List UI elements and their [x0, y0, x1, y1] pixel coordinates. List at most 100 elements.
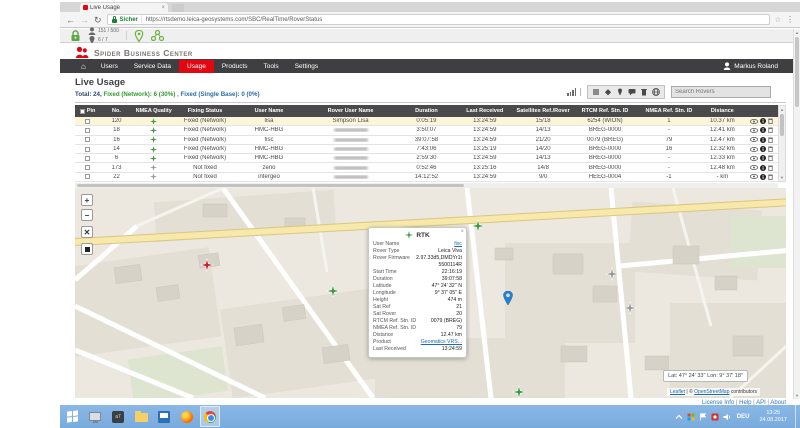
col-satellites[interactable]: Satellites Ref./Rover	[515, 108, 571, 114]
select-all-checkbox[interactable]	[80, 109, 85, 114]
nav-item[interactable]: Tools	[256, 60, 287, 73]
col-rtcm-id[interactable]: RTCM Ref. Stn. ID	[571, 108, 638, 114]
taskbar-clock[interactable]: 13:25 24.08.2017	[755, 410, 791, 424]
view-eye-icon[interactable]	[750, 156, 758, 161]
zoom-out-button[interactable]: −	[81, 209, 93, 221]
nav-item[interactable]: Usage	[179, 60, 214, 73]
view-eye-icon[interactable]	[750, 165, 758, 170]
globe-toggle-icon[interactable]	[652, 88, 660, 96]
home-icon[interactable]: ⌂	[75, 62, 92, 71]
view-eye-icon[interactable]	[750, 128, 758, 133]
keyboard-language[interactable]: DEU	[735, 414, 752, 420]
user-menu[interactable]: Markus Roland	[723, 62, 778, 70]
delete-trash-icon[interactable]	[768, 165, 773, 171]
col-nmea-quality[interactable]: NMEA Quality	[133, 108, 175, 114]
extent-button[interactable]	[81, 243, 93, 255]
rover-cross-marker[interactable]	[472, 220, 485, 233]
col-user-name[interactable]: User Name	[235, 108, 302, 114]
map-panel[interactable]: + − ✕ × RTK User Name fisc	[75, 188, 786, 398]
search-input[interactable]	[671, 86, 771, 98]
info-icon[interactable]	[760, 127, 766, 133]
zoom-in-button[interactable]: +	[81, 194, 93, 206]
osm-link[interactable]: OpenStreetMap	[694, 389, 729, 395]
diamond-toggle-icon[interactable]	[604, 88, 612, 96]
nav-item[interactable]: Products	[214, 60, 256, 73]
view-eye-icon[interactable]	[750, 174, 758, 179]
taskbar-app-button[interactable]: a7	[108, 406, 128, 427]
row-checkbox[interactable]	[85, 165, 90, 170]
action-center-flag-icon[interactable]	[699, 413, 707, 421]
rover-cross-marker[interactable]	[513, 386, 526, 399]
view-eye-icon[interactable]	[750, 137, 758, 142]
scroll-down-icon[interactable]: ▼	[779, 174, 785, 181]
info-icon[interactable]	[760, 165, 766, 171]
table-row[interactable]: 6 Fixed (Network) HMC-HBG 2:59:30 13:24:…	[75, 154, 778, 163]
col-distance[interactable]: Distance	[699, 108, 745, 114]
row-checkbox[interactable]	[85, 174, 90, 179]
page-scroll-down-icon[interactable]: ▼	[794, 392, 800, 399]
reference-station-pin[interactable]	[503, 291, 513, 310]
reload-icon[interactable]: ↻	[94, 15, 102, 25]
hscroll-thumb[interactable]	[77, 184, 464, 187]
table-row[interactable]: 120 Fixed (Network) lisa Simpson Lisa 0:…	[75, 117, 778, 126]
address-bar[interactable]: Sicher | https://rtsdemo.leica-geosystem…	[107, 14, 770, 25]
info-icon[interactable]	[760, 146, 766, 152]
row-checkbox[interactable]	[85, 119, 90, 124]
browser-menu-icon[interactable]: ⋮	[786, 15, 794, 24]
page-scroll-thumb[interactable]	[795, 37, 799, 107]
clear-toggle-icon[interactable]	[640, 88, 648, 96]
forward-icon[interactable]: →	[80, 15, 89, 25]
back-icon[interactable]: ←	[66, 15, 75, 25]
map-pin-button-icon[interactable]	[134, 30, 144, 42]
col-rover-user-name[interactable]: Rover User Name	[303, 108, 399, 114]
rover-cross-marker[interactable]	[624, 302, 637, 315]
pin-toggle-icon[interactable]	[616, 88, 624, 96]
delete-trash-icon[interactable]	[768, 118, 773, 124]
col-nmea-id[interactable]: NMEA Ref. Stn. ID	[639, 108, 699, 114]
signal-bars-icon[interactable]	[567, 88, 581, 96]
start-button[interactable]	[62, 406, 82, 427]
delete-trash-icon[interactable]	[768, 174, 773, 180]
page-scroll-up-icon[interactable]: ▲	[794, 29, 800, 36]
view-eye-icon[interactable]	[750, 119, 758, 124]
leaflet-link[interactable]: Leaflet	[670, 389, 685, 395]
table-row[interactable]: 18 Fixed (Network) HMC-HBG 3:50:07 13:24…	[75, 126, 778, 135]
row-checkbox[interactable]	[85, 156, 90, 161]
table-vertical-scrollbar[interactable]: ▲ ▼	[778, 105, 786, 182]
square-toggle-icon[interactable]	[592, 88, 600, 96]
tray-red-app-icon[interactable]	[711, 413, 719, 421]
row-checkbox[interactable]	[85, 137, 90, 142]
new-tab-button[interactable]	[172, 4, 184, 12]
nav-item[interactable]: Service Data	[126, 60, 179, 73]
tray-color-app-icon[interactable]	[687, 413, 695, 421]
row-checkbox[interactable]	[85, 147, 90, 152]
tab-close-icon[interactable]: ×	[161, 5, 165, 11]
nav-item[interactable]: Users	[93, 60, 126, 73]
rover-cross-marker[interactable]	[606, 268, 619, 281]
col-last-received[interactable]: Last Received	[455, 108, 515, 114]
delete-trash-icon[interactable]	[768, 127, 773, 133]
col-fixing-status[interactable]: Fixing Status	[175, 108, 235, 114]
delete-trash-icon[interactable]	[768, 146, 773, 152]
info-icon[interactable]	[760, 137, 766, 143]
info-icon[interactable]	[760, 155, 766, 161]
browser-tab[interactable]: Live Usage ×	[80, 3, 168, 12]
taskbar-chrome-button[interactable]	[200, 406, 220, 427]
nav-item[interactable]: Settings	[287, 60, 327, 73]
label-toggle-icon[interactable]	[628, 88, 636, 96]
bookmark-star-icon[interactable]: ☆	[775, 16, 781, 24]
scroll-thumb[interactable]	[780, 114, 784, 136]
show-desktop-button[interactable]	[795, 405, 798, 428]
taskbar-firefox-button[interactable]	[177, 406, 197, 427]
taskbar-disk-app-button[interactable]	[154, 406, 174, 427]
scroll-up-icon[interactable]: ▲	[779, 106, 785, 113]
row-checkbox[interactable]	[85, 128, 90, 133]
rover-cross-marker[interactable]	[201, 259, 214, 272]
info-icon[interactable]	[760, 118, 766, 124]
hidden-icons-chevron[interactable]	[675, 413, 683, 421]
popup-close-icon[interactable]: ×	[460, 229, 464, 235]
delete-trash-icon[interactable]	[768, 137, 773, 143]
rover-cross-marker[interactable]	[327, 285, 340, 298]
table-row[interactable]: 22 Not fixed intergeo 14:12:52 13:24:59 …	[75, 173, 778, 182]
taskbar-folder-button[interactable]	[131, 406, 151, 427]
